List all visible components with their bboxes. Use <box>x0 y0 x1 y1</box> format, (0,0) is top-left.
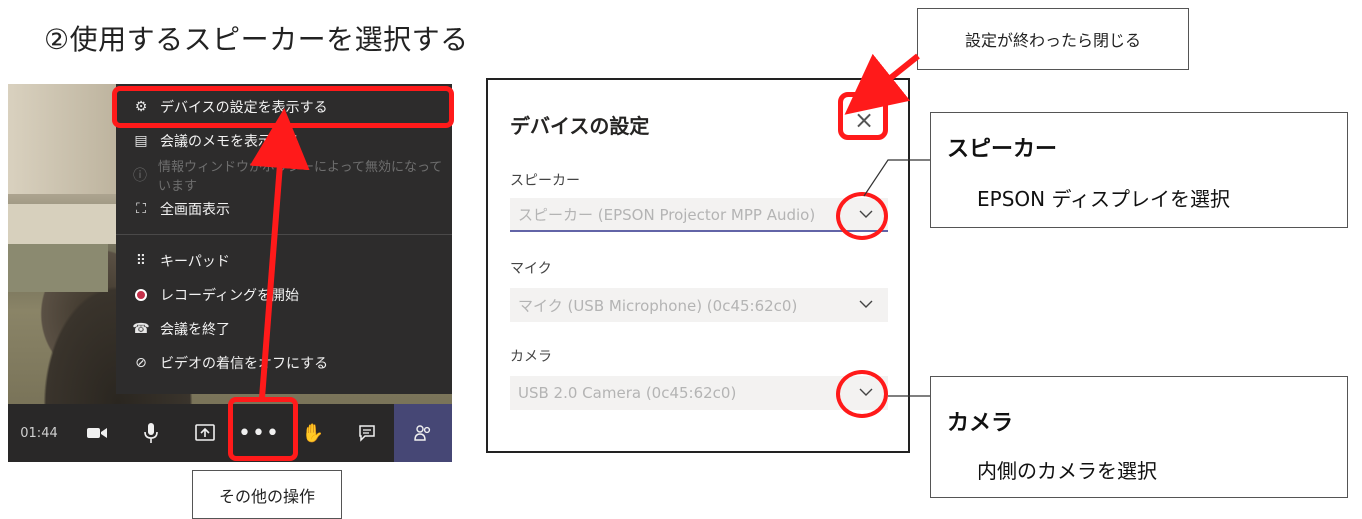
menu-item-label: 全画面表示 <box>160 202 230 218</box>
chevron-down-icon <box>859 300 873 308</box>
fullscreen-icon: ⛶ <box>136 201 146 217</box>
callout-close-when-done: 設定が終わったら閉じる <box>917 8 1189 70</box>
callout-more-actions: その他の操作 <box>192 470 342 519</box>
camera-note-title: カメラ <box>947 411 1014 436</box>
participants-icon <box>414 425 431 441</box>
menu-item-info-disabled: ⓘ 情報ウィンドウがポリシーによって無効になっています <box>116 158 452 194</box>
participants-button[interactable] <box>394 404 452 462</box>
video-off-icon: ⊘ <box>135 355 147 371</box>
speaker-note-box: スピーカー EPSON ディスプレイを選択 <box>930 112 1348 228</box>
page-heading: ②使用するスピーカーを選択する <box>44 23 469 56</box>
menu-divider <box>116 234 452 235</box>
menu-item-label: キーパッド <box>160 254 230 270</box>
menu-item-label: レコーディングを開始 <box>160 288 300 304</box>
speaker-note-desc: EPSON ディスプレイを選択 <box>977 187 1231 211</box>
speaker-label: スピーカー <box>510 173 580 189</box>
menu-item-label: 会議を終了 <box>160 322 230 338</box>
camera-note-box: カメラ 内側のカメラを選択 <box>930 376 1348 498</box>
more-actions-menu: ⚙ デバイスの設定を表示する ▤ 会議のメモを表示する ⓘ 情報ウィンドウがポリ… <box>116 84 452 394</box>
menu-item-video-off[interactable]: ⊘ ビデオの着信をオフにする <box>116 346 452 380</box>
highlight-close-button <box>838 92 888 140</box>
microphone-icon <box>144 423 158 443</box>
camera-selected-value: USB 2.0 Camera (0c45:62c0) <box>518 384 737 402</box>
mic-select[interactable]: マイク (USB Microphone) (0c45:62c0) <box>510 288 888 322</box>
menu-item-start-recording[interactable]: レコーディングを開始 <box>116 278 452 312</box>
menu-item-keypad[interactable]: ⠿ キーパッド <box>116 244 452 278</box>
video-background-box <box>8 244 108 292</box>
share-screen-icon <box>195 424 215 441</box>
camera-select[interactable]: USB 2.0 Camera (0c45:62c0) <box>510 376 888 410</box>
highlight-more-button <box>228 397 298 461</box>
speaker-selected-value: スピーカー (EPSON Projector MPP Audio) <box>518 205 816 224</box>
mic-toggle-button[interactable] <box>124 404 178 462</box>
camera-note-desc: 内側のカメラを選択 <box>977 459 1157 483</box>
hangup-icon: ☎ <box>132 321 150 337</box>
menu-item-fullscreen[interactable]: ⛶ 全画面表示 <box>116 192 452 226</box>
info-icon: ⓘ <box>133 168 147 184</box>
menu-item-end-meeting[interactable]: ☎ 会議を終了 <box>116 312 452 346</box>
video-camera-icon <box>87 428 107 438</box>
camera-toggle-button[interactable] <box>70 404 124 462</box>
chat-button[interactable] <box>340 404 394 462</box>
highlight-camera-dropdown <box>836 370 888 418</box>
video-background-shelf <box>8 204 118 244</box>
mic-label: マイク <box>510 261 552 277</box>
menu-item-label: 情報ウィンドウがポリシーによって無効になっています <box>158 160 443 194</box>
keypad-icon: ⠿ <box>135 253 147 269</box>
highlight-device-settings <box>112 86 454 128</box>
share-screen-button[interactable] <box>178 404 232 462</box>
speaker-select[interactable]: スピーカー (EPSON Projector MPP Audio) <box>510 198 888 232</box>
menu-item-label: 会議のメモを表示する <box>160 134 300 150</box>
raise-hand-icon: ✋ <box>301 422 325 444</box>
notes-icon: ▤ <box>134 133 148 149</box>
record-icon <box>130 289 152 301</box>
camera-label: カメラ <box>510 349 552 365</box>
chat-icon <box>359 425 375 442</box>
settings-title: デバイスの設定 <box>510 114 650 138</box>
call-duration: 01:44 <box>20 425 58 441</box>
mic-selected-value: マイク (USB Microphone) (0c45:62c0) <box>518 296 798 315</box>
highlight-speaker-dropdown <box>836 192 888 240</box>
speaker-note-title: スピーカー <box>947 137 1058 162</box>
menu-item-label: ビデオの着信をオフにする <box>160 356 329 372</box>
menu-item-meeting-notes[interactable]: ▤ 会議のメモを表示する <box>116 124 452 158</box>
